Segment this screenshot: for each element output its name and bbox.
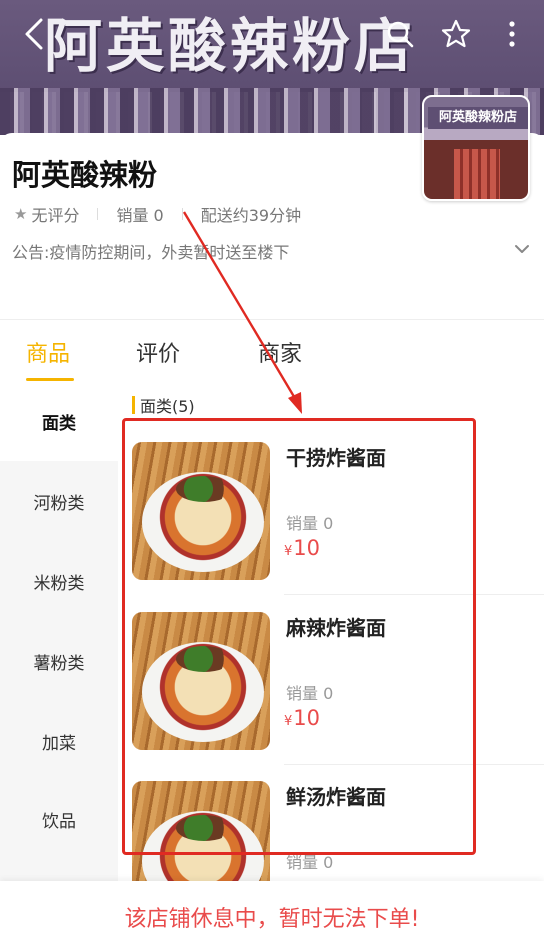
product-item[interactable]: 干捞炸酱面 销量 0 ¥ 10	[118, 442, 544, 612]
meta-divider	[97, 208, 99, 220]
price-currency: ¥	[284, 544, 293, 559]
store-notice: 公告:疫情防控期间，外卖暂时送至楼下	[12, 243, 290, 262]
product-photo[interactable]	[132, 442, 270, 580]
store-closed-banner: 该店铺休息中，暂时无法下单!	[0, 881, 544, 952]
price-currency: ¥	[284, 714, 293, 729]
noodle-topping-image	[176, 646, 232, 672]
category-sidebar: 面类 河粉类 米粉类 薯粉类 加菜 饮品	[0, 381, 118, 881]
chevron-down-icon	[515, 245, 529, 253]
store-closed-message: 该店铺休息中，暂时无法下单!	[124, 906, 420, 932]
product-name: 干捞炸酱面	[286, 446, 386, 470]
back-button[interactable]	[14, 14, 54, 54]
more-button[interactable]	[492, 14, 532, 54]
category-item[interactable]: 面类	[0, 381, 118, 461]
search-icon	[387, 21, 414, 48]
category-item[interactable]: 加菜	[0, 701, 118, 781]
section-accent-bar	[132, 396, 135, 414]
store-meta-row: ★ 无评分 销量 0 配送约39分钟	[14, 203, 301, 225]
delivery-time-text: 配送约39分钟	[200, 206, 302, 225]
store-name: 阿英酸辣粉	[12, 158, 158, 192]
tab-products[interactable]: 商品	[26, 336, 70, 368]
meta-divider	[181, 208, 183, 220]
section-title: 面类(5)	[140, 397, 195, 416]
rating-text: 无评分	[31, 206, 80, 225]
noodle-topping-image	[176, 815, 232, 841]
section-header: 面类(5)	[132, 395, 195, 416]
item-divider	[284, 594, 544, 595]
product-price: ¥ 10	[284, 536, 320, 560]
category-item[interactable]: 薯粉类	[0, 621, 118, 701]
more-vertical-icon	[509, 21, 515, 47]
chevron-left-icon	[25, 18, 43, 50]
product-list[interactable]: 面类(5) 干捞炸酱面 销量 0 ¥ 10 麻辣炸酱面 销量 0 ¥ 10 鲜汤…	[118, 381, 544, 881]
product-photo[interactable]	[132, 612, 270, 750]
tab-merchant[interactable]: 商家	[258, 336, 302, 368]
item-divider	[284, 764, 544, 765]
category-item[interactable]: 饮品	[0, 779, 118, 859]
tab-reviews[interactable]: 评价	[136, 336, 180, 368]
notice-expand-button[interactable]	[510, 238, 534, 260]
banner-sign-text: 阿英酸辣粉店	[44, 12, 417, 80]
thumbnail-storefront	[454, 149, 500, 199]
thumbnail-sign-text: 阿英酸辣粉店	[428, 107, 528, 129]
product-name: 鲜汤炸酱面	[286, 785, 386, 809]
product-price: ¥ 10	[284, 706, 320, 730]
rating-star-icon: ★	[14, 205, 28, 223]
store-thumbnail[interactable]: 阿英酸辣粉店	[422, 95, 530, 201]
favorite-button[interactable]	[436, 14, 476, 54]
star-outline-icon	[441, 19, 471, 48]
product-name: 麻辣炸酱面	[286, 616, 386, 640]
category-item[interactable]: 米粉类	[0, 541, 118, 621]
product-item[interactable]: 鲜汤炸酱面 销量 0	[118, 781, 544, 881]
search-button[interactable]	[380, 14, 420, 54]
category-item[interactable]: 河粉类	[0, 461, 118, 541]
product-item[interactable]: 麻辣炸酱面 销量 0 ¥ 10	[118, 612, 544, 782]
product-sales: 销量 0	[286, 853, 334, 872]
product-sales: 销量 0	[286, 684, 334, 703]
sales-text: 销量 0	[116, 206, 164, 225]
price-value: 10	[293, 536, 321, 560]
price-value: 10	[293, 706, 321, 730]
product-sales: 销量 0	[286, 514, 334, 533]
noodle-topping-image	[176, 476, 232, 502]
tab-bar: 商品 评价 商家	[0, 319, 544, 381]
product-photo[interactable]	[132, 781, 270, 881]
